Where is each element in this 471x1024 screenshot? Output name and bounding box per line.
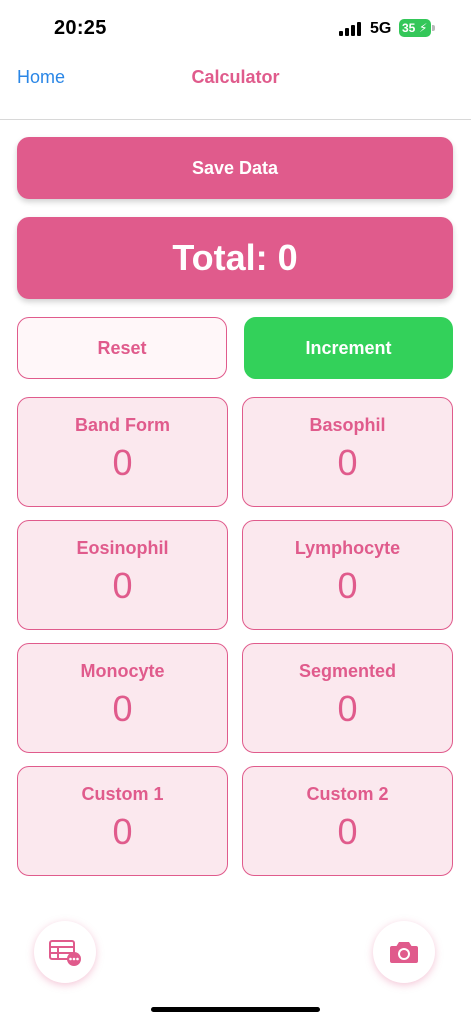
- charging-bolt-icon: ⚡: [419, 21, 428, 35]
- counter-label: Segmented: [298, 661, 397, 681]
- counter-card-custom-1[interactable]: Custom 1 0: [17, 766, 228, 876]
- counter-card-basophil[interactable]: Basophil 0: [242, 397, 453, 507]
- counter-value: 0: [112, 565, 133, 606]
- counter-card-segmented[interactable]: Segmented 0: [242, 643, 453, 753]
- reset-button[interactable]: Reset: [17, 317, 227, 379]
- camera-button[interactable]: [373, 921, 435, 983]
- counter-label: Monocyte: [80, 661, 165, 681]
- home-indicator: [151, 1007, 320, 1012]
- cellular-signal-icon: [339, 22, 363, 36]
- camera-icon: [390, 942, 418, 963]
- counter-card-lymphocyte[interactable]: Lymphocyte 0: [242, 520, 453, 630]
- status-time: 20:25: [54, 17, 107, 39]
- counter-value: 0: [337, 811, 358, 852]
- counter-value: 0: [112, 442, 133, 483]
- counter-value: 0: [112, 688, 133, 729]
- page-title: Calculator: [191, 67, 280, 87]
- counter-label: Lymphocyte: [294, 538, 401, 558]
- network-type: 5G: [370, 20, 392, 37]
- counter-value: 0: [112, 811, 133, 852]
- counter-value: 0: [337, 688, 358, 729]
- counter-label: Eosinophil: [76, 538, 169, 558]
- increment-button[interactable]: Increment: [244, 317, 453, 379]
- counter-label: Basophil: [309, 415, 386, 435]
- counter-label: Custom 1: [81, 784, 164, 804]
- counter-value: 0: [337, 565, 358, 606]
- counter-card-eosinophil[interactable]: Eosinophil 0: [17, 520, 228, 630]
- navigation-bar: Home Calculator: [0, 56, 471, 120]
- counter-label: Custom 2: [306, 784, 389, 804]
- table-more-icon: [49, 940, 81, 966]
- counter-card-monocyte[interactable]: Monocyte 0: [17, 643, 228, 753]
- table-options-button[interactable]: [34, 921, 96, 983]
- counter-card-custom-2[interactable]: Custom 2 0: [242, 766, 453, 876]
- status-bar: 20:25 5G 35 ⚡: [0, 0, 471, 56]
- total-display: Total: 0: [17, 217, 453, 299]
- battery-icon: 35 ⚡: [399, 19, 435, 37]
- save-data-button[interactable]: Save Data: [17, 137, 453, 199]
- cell-counter-grid: Band Form 0 Basophil 0 Eosinophil 0 Lymp…: [17, 397, 453, 876]
- counter-card-band-form[interactable]: Band Form 0: [17, 397, 228, 507]
- home-back-link[interactable]: Home: [17, 67, 65, 88]
- counter-label: Band Form: [74, 415, 170, 435]
- counter-value: 0: [337, 442, 358, 483]
- battery-cap: [432, 25, 435, 31]
